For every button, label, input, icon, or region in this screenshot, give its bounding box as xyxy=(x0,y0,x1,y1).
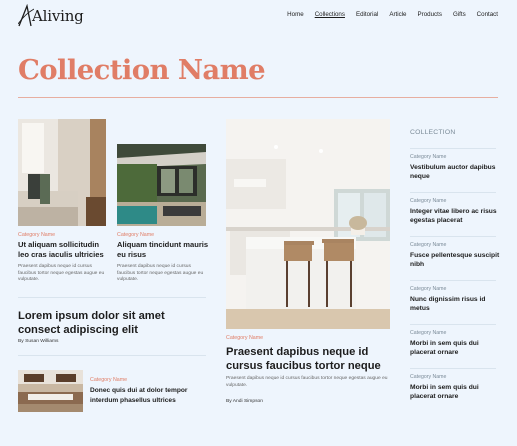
article-2-image[interactable] xyxy=(117,144,206,226)
nav-home[interactable]: Home xyxy=(287,11,304,18)
site-logo[interactable]: Aliving xyxy=(18,2,84,30)
featured-article-image[interactable] xyxy=(226,119,390,329)
article-3-author[interactable]: By Susan Williams xyxy=(18,339,59,344)
sidebar-item-category[interactable]: Category Name xyxy=(410,374,500,380)
sidebar-divider xyxy=(410,280,496,281)
article-2-title[interactable]: Aliquam tincidunt mauris eu risus xyxy=(117,240,209,260)
sidebar-item[interactable]: Category Name Morbi in sem quis dui plac… xyxy=(410,330,500,357)
sidebar-item[interactable]: Category Name Morbi in sem quis dui plac… xyxy=(410,374,500,401)
main-nav: Home Collections Editorial Article Produ… xyxy=(287,11,498,18)
featured-excerpt: Praesent dapibus neque id cursus faucibu… xyxy=(226,376,388,388)
article-4-title[interactable]: Donec quis dui at dolor tempor interdum … xyxy=(90,386,205,405)
sidebar-item[interactable]: Category Name Fusce pellentesque suscipi… xyxy=(410,242,500,269)
sidebar-divider xyxy=(410,192,496,193)
sidebar-item-title[interactable]: Vestibulum auctor dapibus neque xyxy=(410,163,500,181)
nav-article[interactable]: Article xyxy=(389,11,406,18)
nav-products[interactable]: Products xyxy=(418,11,442,18)
sidebar-item-category[interactable]: Category Name xyxy=(410,330,500,336)
nav-editorial[interactable]: Editorial xyxy=(356,11,378,18)
section-divider xyxy=(18,355,206,356)
featured-title[interactable]: Praesent dapibus neque id cursus faucibu… xyxy=(226,345,388,373)
page-title: Collection Name xyxy=(18,54,266,86)
sidebar-divider xyxy=(410,236,496,237)
nav-contact[interactable]: Contact xyxy=(477,11,498,18)
article-2-excerpt: Praesent dapibus neque id cursus faucibu… xyxy=(117,264,204,283)
sidebar-item[interactable]: Category Name Nunc dignissim risus id me… xyxy=(410,286,500,313)
sidebar-item-title[interactable]: Nunc dignissim risus id metus xyxy=(410,295,500,313)
sidebar-divider xyxy=(410,148,496,149)
title-divider xyxy=(18,97,498,98)
article-1-excerpt: Praesent dapibus neque id cursus faucibu… xyxy=(18,264,105,283)
sidebar-item-title[interactable]: Fusce pellentesque suscipit nibh xyxy=(410,251,500,269)
sidebar-item-title[interactable]: Integer vitae libero ac risus egestas pl… xyxy=(410,207,500,225)
logo-text: Aliving xyxy=(32,7,84,25)
sidebar-item-title[interactable]: Morbi in sem quis dui placerat ornare xyxy=(410,383,500,401)
sidebar-item-category[interactable]: Category Name xyxy=(410,286,500,292)
article-4-image[interactable] xyxy=(18,370,83,412)
sidebar-item-category[interactable]: Category Name xyxy=(410,154,500,160)
nav-collections[interactable]: Collections xyxy=(315,11,345,18)
featured-category[interactable]: Category Name xyxy=(226,335,263,341)
article-1-image[interactable] xyxy=(18,119,106,226)
article-1-category[interactable]: Category Name xyxy=(18,232,55,238)
article-4-category[interactable]: Category Name xyxy=(90,377,127,383)
sidebar-item-title[interactable]: Morbi in sem quis dui placerat ornare xyxy=(410,339,500,357)
sidebar-item-category[interactable]: Category Name xyxy=(410,242,500,248)
article-3-title[interactable]: Lorem ipsum dolor sit amet consect adipi… xyxy=(18,309,188,337)
sidebar-heading: COLLECTION xyxy=(410,129,456,136)
sidebar-item[interactable]: Category Name Vestibulum auctor dapibus … xyxy=(410,154,500,181)
section-divider xyxy=(18,297,206,298)
nav-gifts[interactable]: Gifts xyxy=(453,11,466,18)
sidebar-divider xyxy=(410,368,496,369)
sidebar-item-category[interactable]: Category Name xyxy=(410,198,500,204)
featured-author[interactable]: By Andi Simpson xyxy=(226,399,263,404)
article-1-title[interactable]: Ut aliquam sollicitudin leo cras iaculis… xyxy=(18,240,110,260)
sidebar-divider xyxy=(410,324,496,325)
sidebar-item[interactable]: Category Name Integer vitae libero ac ri… xyxy=(410,198,500,225)
article-2-category[interactable]: Category Name xyxy=(117,232,154,238)
